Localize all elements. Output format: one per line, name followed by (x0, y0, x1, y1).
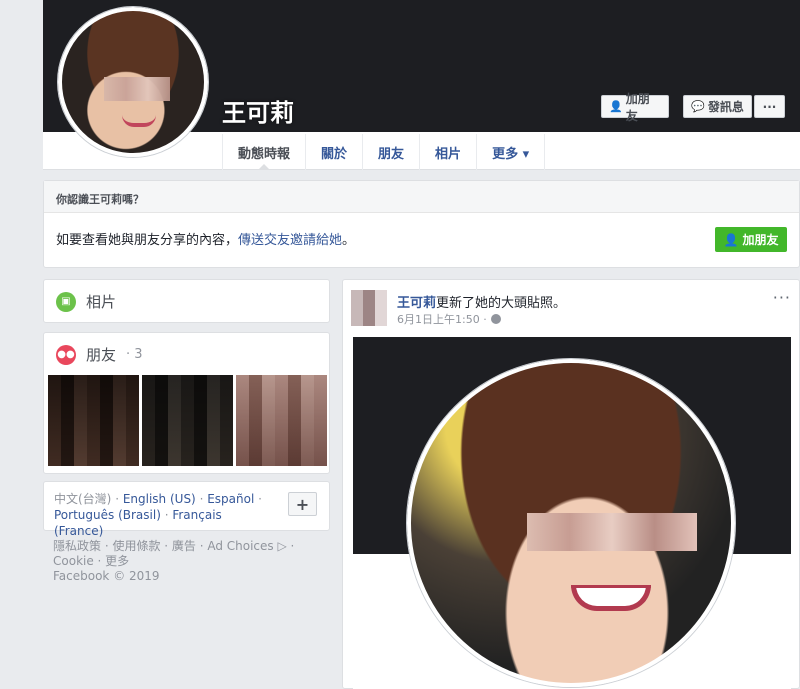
know-box-text: 如要查看她與朋友分享的內容，傳送交友邀請給她。 (56, 229, 355, 248)
language-card: 中文(台灣) · English (US) · Español · Portug… (43, 481, 330, 538)
profile-name[interactable]: 王可莉 (222, 93, 294, 128)
message-button[interactable]: 💬 發訊息 (683, 95, 752, 118)
add-friend-green-label: 加朋友 (742, 233, 779, 247)
add-friend-green-button[interactable]: 👤 加朋友 (715, 227, 787, 252)
globe-icon (490, 314, 501, 324)
post-timestamp[interactable]: 6月1日上午1:50 · (397, 311, 487, 327)
language-option[interactable]: Español (207, 492, 254, 506)
friends-count: · 3 (126, 347, 143, 362)
post-options-icon[interactable]: ··· (773, 288, 791, 307)
blurred-eyes (527, 513, 697, 551)
know-box-period: 。 (342, 233, 356, 248)
add-friend-icon: 👤 (723, 232, 739, 247)
friends-icon: ●● (56, 344, 76, 365)
smile (571, 585, 651, 611)
post-title: 王可莉更新了她的大頭貼照。 (397, 292, 566, 311)
post-action: 更新了她的大頭貼照。 (436, 296, 567, 311)
know-this-person-box: 你認識王可莉嗎？ 如要查看她與朋友分享的內容，傳送交友邀請給她。 👤 加朋友 (43, 180, 800, 268)
know-box-header: 你認識王可莉嗎？ (44, 181, 799, 213)
tab-friends[interactable]: 朋友 (362, 134, 419, 170)
footer: 隱私政策 · 使用條款 · 廣告 · Ad Choices ▷ · Cookie… (53, 539, 323, 584)
tab-more[interactable]: 更多 ▾ (476, 134, 546, 170)
message-label: 發訊息 (707, 100, 744, 114)
friend-thumbnail[interactable] (48, 375, 139, 466)
photos-title[interactable]: 相片 (86, 291, 116, 312)
tab-timeline[interactable]: 動態時報 (222, 134, 305, 170)
profile-picture-post: 王可莉更新了她的大頭貼照。 6月1日上午1:50 · ··· (342, 279, 800, 689)
profile-tabs: 動態時報 關於 朋友 相片 更多 ▾ (222, 134, 546, 170)
friends-title[interactable]: 朋友 (86, 344, 116, 365)
photos-card[interactable]: ▣ 相片 (43, 279, 330, 323)
add-friend-label: 加朋友 (625, 91, 650, 123)
smile (122, 115, 156, 127)
friend-thumbnails (48, 375, 327, 466)
footer-links[interactable]: 隱私政策 · 使用條款 · 廣告 · Ad Choices ▷ · Cookie… (53, 539, 323, 569)
post-author-name[interactable]: 王可莉 (397, 296, 436, 311)
add-friend-icon: 👤 (609, 100, 623, 113)
post-meta: 6月1日上午1:50 · (397, 311, 501, 327)
tab-photos[interactable]: 相片 (419, 134, 476, 170)
send-request-link[interactable]: 傳送交友邀請給她 (238, 233, 342, 248)
language-list: 中文(台灣) · English (US) · Español · Portug… (54, 492, 262, 538)
language-option[interactable]: Português (Brasil) (54, 508, 161, 522)
messenger-icon: 💬 (691, 100, 705, 113)
friends-card: ●● 朋友 · 3 (43, 332, 330, 474)
language-option[interactable]: English (US) (123, 492, 196, 506)
post-author-avatar[interactable] (351, 290, 387, 326)
current-language: 中文(台灣) (54, 492, 112, 506)
tab-about[interactable]: 關於 (305, 134, 362, 170)
more-options-label: ··· (762, 99, 777, 114)
profile-picture[interactable] (58, 7, 208, 157)
add-friend-button[interactable]: 👤 加朋友 (601, 92, 669, 123)
photo-icon: ▣ (56, 291, 76, 312)
profile-photo-large (407, 359, 735, 687)
blurred-eyes (104, 77, 170, 101)
post-image[interactable] (353, 337, 791, 689)
friend-thumbnail[interactable] (142, 375, 233, 466)
more-options-button[interactable]: ··· (754, 95, 785, 118)
add-language-button[interactable]: + (288, 492, 317, 516)
footer-copyright: Facebook © 2019 (53, 569, 160, 583)
know-box-message: 如要查看她與朋友分享的內容， (56, 233, 239, 248)
friend-thumbnail[interactable] (236, 375, 327, 466)
